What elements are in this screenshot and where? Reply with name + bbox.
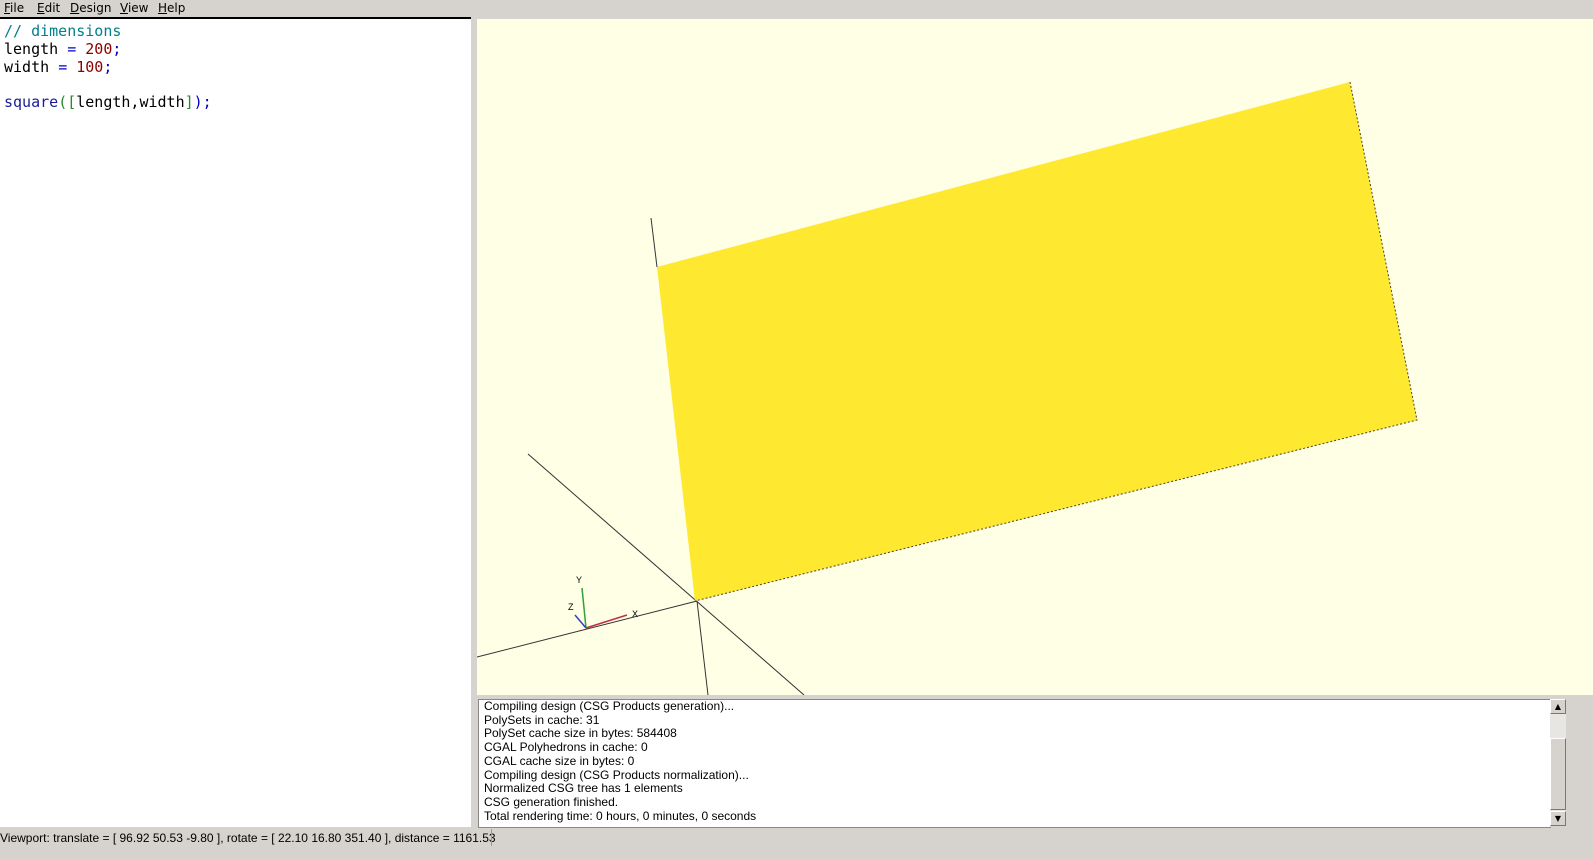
code-arguments: length,width bbox=[76, 93, 185, 111]
menu-bar: File Edit Design View Help bbox=[0, 0, 1593, 17]
arrow-up-icon: ▲ bbox=[1554, 702, 1562, 711]
axis-z-label: Z bbox=[568, 602, 574, 612]
menu-design-label: esign bbox=[79, 1, 112, 15]
menu-design-accel: D bbox=[70, 1, 80, 15]
scene-axis-z-top bbox=[650, 217, 658, 268]
code-number: 200 bbox=[76, 40, 113, 58]
code-operator: = bbox=[58, 58, 68, 76]
console-line: CSG generation finished. bbox=[484, 795, 619, 809]
console-line: CGAL Polyhedrons in cache: 0 bbox=[484, 740, 648, 754]
code-function: square bbox=[4, 93, 59, 111]
indicator-axis-x bbox=[585, 614, 628, 629]
code-comment: // dimensions bbox=[4, 22, 122, 40]
menu-view[interactable]: View bbox=[120, 1, 148, 15]
console-scrollbar[interactable]: ▲ ▼ bbox=[1550, 699, 1566, 827]
menu-edit-accel: E bbox=[37, 1, 45, 15]
console-line: PolySet cache size in bytes: 584408 bbox=[484, 726, 677, 740]
rendered-square bbox=[657, 82, 1417, 601]
code-identifier: width bbox=[4, 58, 59, 76]
code-semicolon: ; bbox=[112, 40, 122, 58]
scrollbar-thumb[interactable] bbox=[1550, 738, 1566, 810]
code-identifier: length bbox=[4, 40, 68, 58]
menu-file-label: ile bbox=[10, 1, 25, 15]
status-divider bbox=[491, 829, 492, 846]
axis-y-label: Y bbox=[576, 575, 582, 585]
code-line-5: square([length,width]); bbox=[4, 93, 212, 111]
code-line-2: length = 200; bbox=[4, 40, 121, 58]
code-number: 100 bbox=[67, 58, 104, 76]
scroll-down-button[interactable]: ▼ bbox=[1550, 811, 1566, 826]
console-line: PolySets in cache: 31 bbox=[484, 713, 600, 727]
code-bracket-close: ] bbox=[184, 93, 194, 111]
code-editor[interactable]: // dimensions length = 200; width = 100;… bbox=[0, 19, 471, 827]
scene-axis-x bbox=[477, 600, 698, 658]
axis-x-label: X bbox=[632, 609, 638, 619]
console-line: Normalized CSG tree has 1 elements bbox=[484, 781, 683, 795]
menu-edit-label: dit bbox=[44, 1, 61, 15]
code-operator: = bbox=[67, 40, 77, 58]
console-line: Compiling design (CSG Products normaliza… bbox=[484, 768, 749, 782]
code-semicolon: ; bbox=[103, 58, 113, 76]
menu-help-accel: H bbox=[158, 1, 168, 15]
scroll-up-button[interactable]: ▲ bbox=[1550, 699, 1566, 714]
3d-viewport[interactable]: X Y Z bbox=[477, 19, 1593, 695]
menu-edit[interactable]: Edit bbox=[37, 1, 60, 15]
indicator-axis-y bbox=[581, 587, 587, 629]
menu-design[interactable]: Design bbox=[70, 1, 111, 15]
menu-help[interactable]: Help bbox=[158, 1, 185, 15]
code-bracket-open: ([ bbox=[58, 93, 77, 111]
viewport-canvas: X Y Z bbox=[477, 81, 1418, 695]
scene-axis-z-bottom bbox=[696, 600, 709, 695]
menu-view-accel: V bbox=[120, 1, 128, 15]
code-end: ); bbox=[193, 93, 212, 111]
console-output[interactable]: Compiling design (CSG Products generatio… bbox=[478, 699, 1551, 828]
status-bar: Viewport: translate = [ 96.92 50.53 -9.8… bbox=[0, 828, 1593, 859]
menu-view-label: iew bbox=[127, 1, 149, 15]
arrow-down-icon: ▼ bbox=[1554, 814, 1562, 823]
console-line: Compiling design (CSG Products generatio… bbox=[484, 699, 735, 713]
code-line-1: // dimensions bbox=[4, 22, 121, 40]
code-line-3: width = 100; bbox=[4, 58, 112, 76]
console-line: Total rendering time: 0 hours, 0 minutes… bbox=[484, 809, 757, 823]
console-line: CGAL cache size in bytes: 0 bbox=[484, 754, 635, 768]
menu-file[interactable]: File bbox=[4, 1, 24, 15]
menu-help-label: elp bbox=[167, 1, 186, 15]
viewport-status: Viewport: translate = [ 96.92 50.53 -9.8… bbox=[0, 831, 496, 845]
